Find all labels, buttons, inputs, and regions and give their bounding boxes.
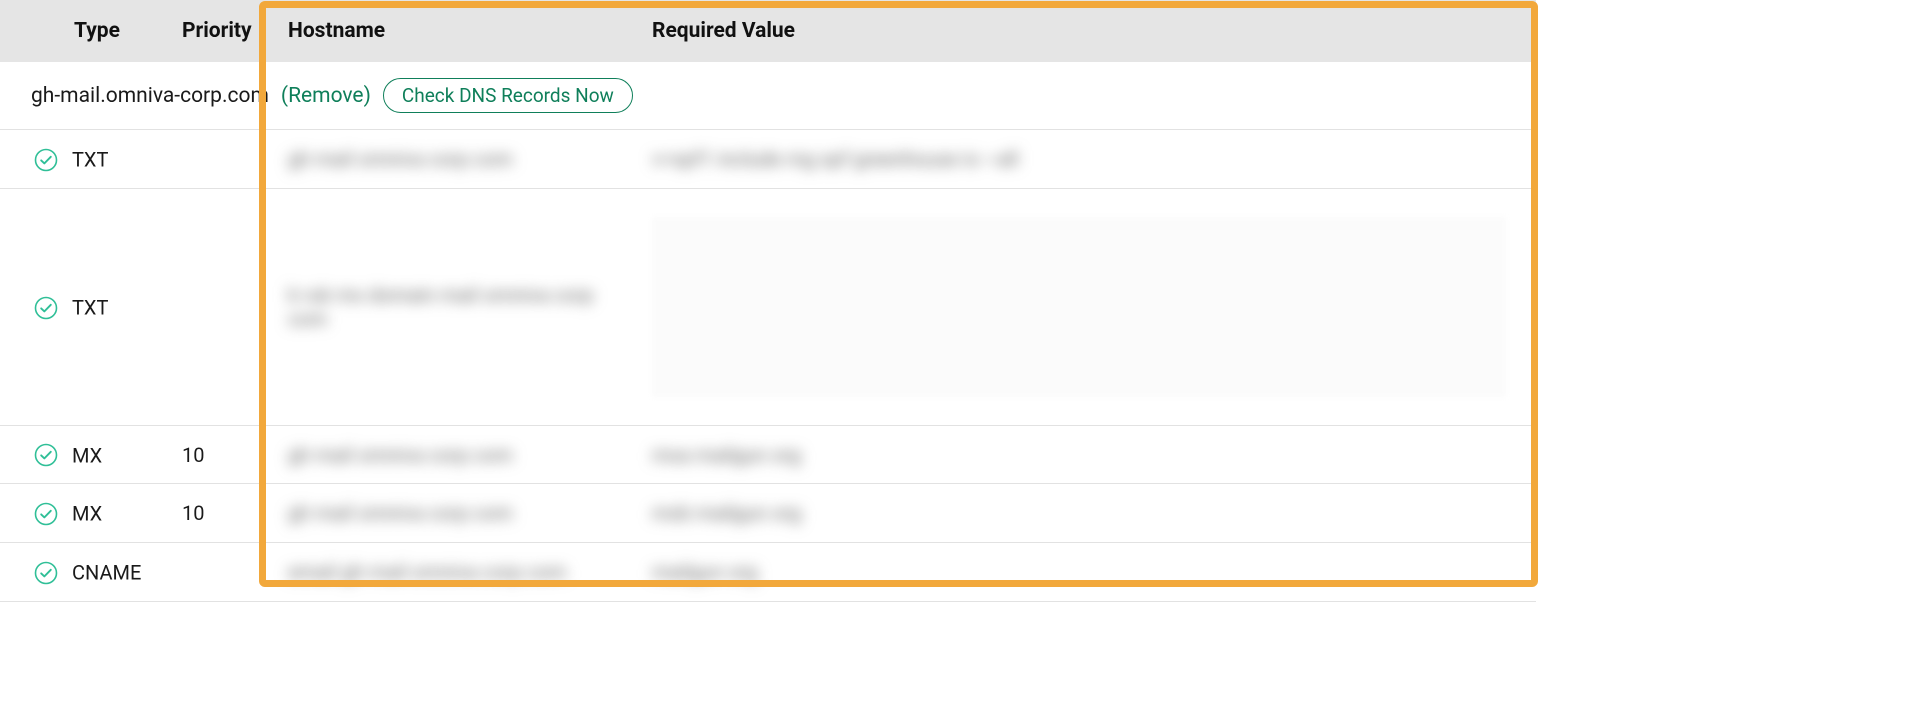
check-circle-icon (34, 296, 58, 320)
domain-row: gh-mail.omniva-corp.com (Remove) Check D… (0, 62, 1536, 130)
redacted-hostname: email gh mail omniva corp com (288, 560, 567, 584)
redacted-value: mxb mailgun org (652, 501, 801, 525)
redacted-hostname: gh mail omniva corp com (288, 147, 513, 171)
col-header-value: Required Value (640, 0, 1536, 62)
col-header-hostname: Hostname (268, 0, 640, 62)
cell-priority (170, 543, 268, 602)
record-type: MX (72, 502, 102, 526)
remove-domain-link[interactable]: (Remove) (281, 84, 371, 108)
table-row: CNAME email gh mail omniva corp com mailgu… (0, 543, 1536, 602)
record-type: TXT (72, 296, 108, 320)
dns-records-table: Type Priority Hostname Required Value gh… (0, 0, 1536, 602)
cell-required-value: mailgun org (640, 543, 1536, 602)
record-type: MX (72, 443, 102, 467)
cell-priority (170, 188, 268, 425)
cell-required-value: v=spf1 include mg spf greenhouse io ~all (640, 130, 1536, 189)
redacted-hostname: gh mail omniva corp com (288, 501, 513, 525)
cell-type: TXT (0, 130, 170, 189)
table-header-row: Type Priority Hostname Required Value (0, 0, 1536, 62)
cell-required-value: mxa mailgun org (640, 425, 1536, 484)
check-dns-button[interactable]: Check DNS Records Now (383, 78, 633, 113)
cell-priority (170, 130, 268, 189)
cell-type: TXT (0, 188, 170, 425)
redacted-value: mxa mailgun org (652, 443, 801, 467)
table-row: TXT gh mail omniva corp com v=spf1 include… (0, 130, 1536, 189)
redacted-block (652, 217, 1506, 397)
cell-type: MX (0, 425, 170, 484)
cell-hostname: gh mail omniva corp com (268, 484, 640, 543)
redacted-hostname: gh mail omniva corp com (288, 443, 513, 467)
check-circle-icon (34, 443, 58, 467)
record-type: CNAME (72, 561, 141, 585)
cell-type: CNAME (0, 543, 170, 602)
col-header-type: Type (0, 0, 170, 62)
table-row: TXT k ruk mx domain mail omniva corp com (0, 188, 1536, 425)
redacted-hostname: k ruk mx domain mail omniva corp com (288, 283, 628, 331)
cell-hostname: email gh mail omniva corp com (268, 543, 640, 602)
domain-name: gh-mail.omniva-corp.com (31, 84, 269, 108)
check-circle-icon (34, 502, 58, 526)
table-row: MX 10 gh mail omniva corp com mxb mailgun o… (0, 484, 1536, 543)
cell-priority: 10 (170, 425, 268, 484)
cell-priority: 10 (170, 484, 268, 543)
redacted-value: mailgun org (652, 560, 758, 584)
cell-hostname: gh mail omniva corp com (268, 130, 640, 189)
redacted-value: v=spf1 include mg spf greenhouse io ~all (652, 147, 1019, 171)
cell-required-value (640, 188, 1536, 425)
cell-type: MX (0, 484, 170, 543)
cell-hostname: k ruk mx domain mail omniva corp com (268, 188, 640, 425)
check-circle-icon (34, 148, 58, 172)
table-row: MX 10 gh mail omniva corp com mxa mailgun o… (0, 425, 1536, 484)
check-circle-icon (34, 561, 58, 585)
cell-required-value: mxb mailgun org (640, 484, 1536, 543)
col-header-priority: Priority (170, 0, 268, 62)
record-type: TXT (72, 148, 108, 172)
cell-hostname: gh mail omniva corp com (268, 425, 640, 484)
